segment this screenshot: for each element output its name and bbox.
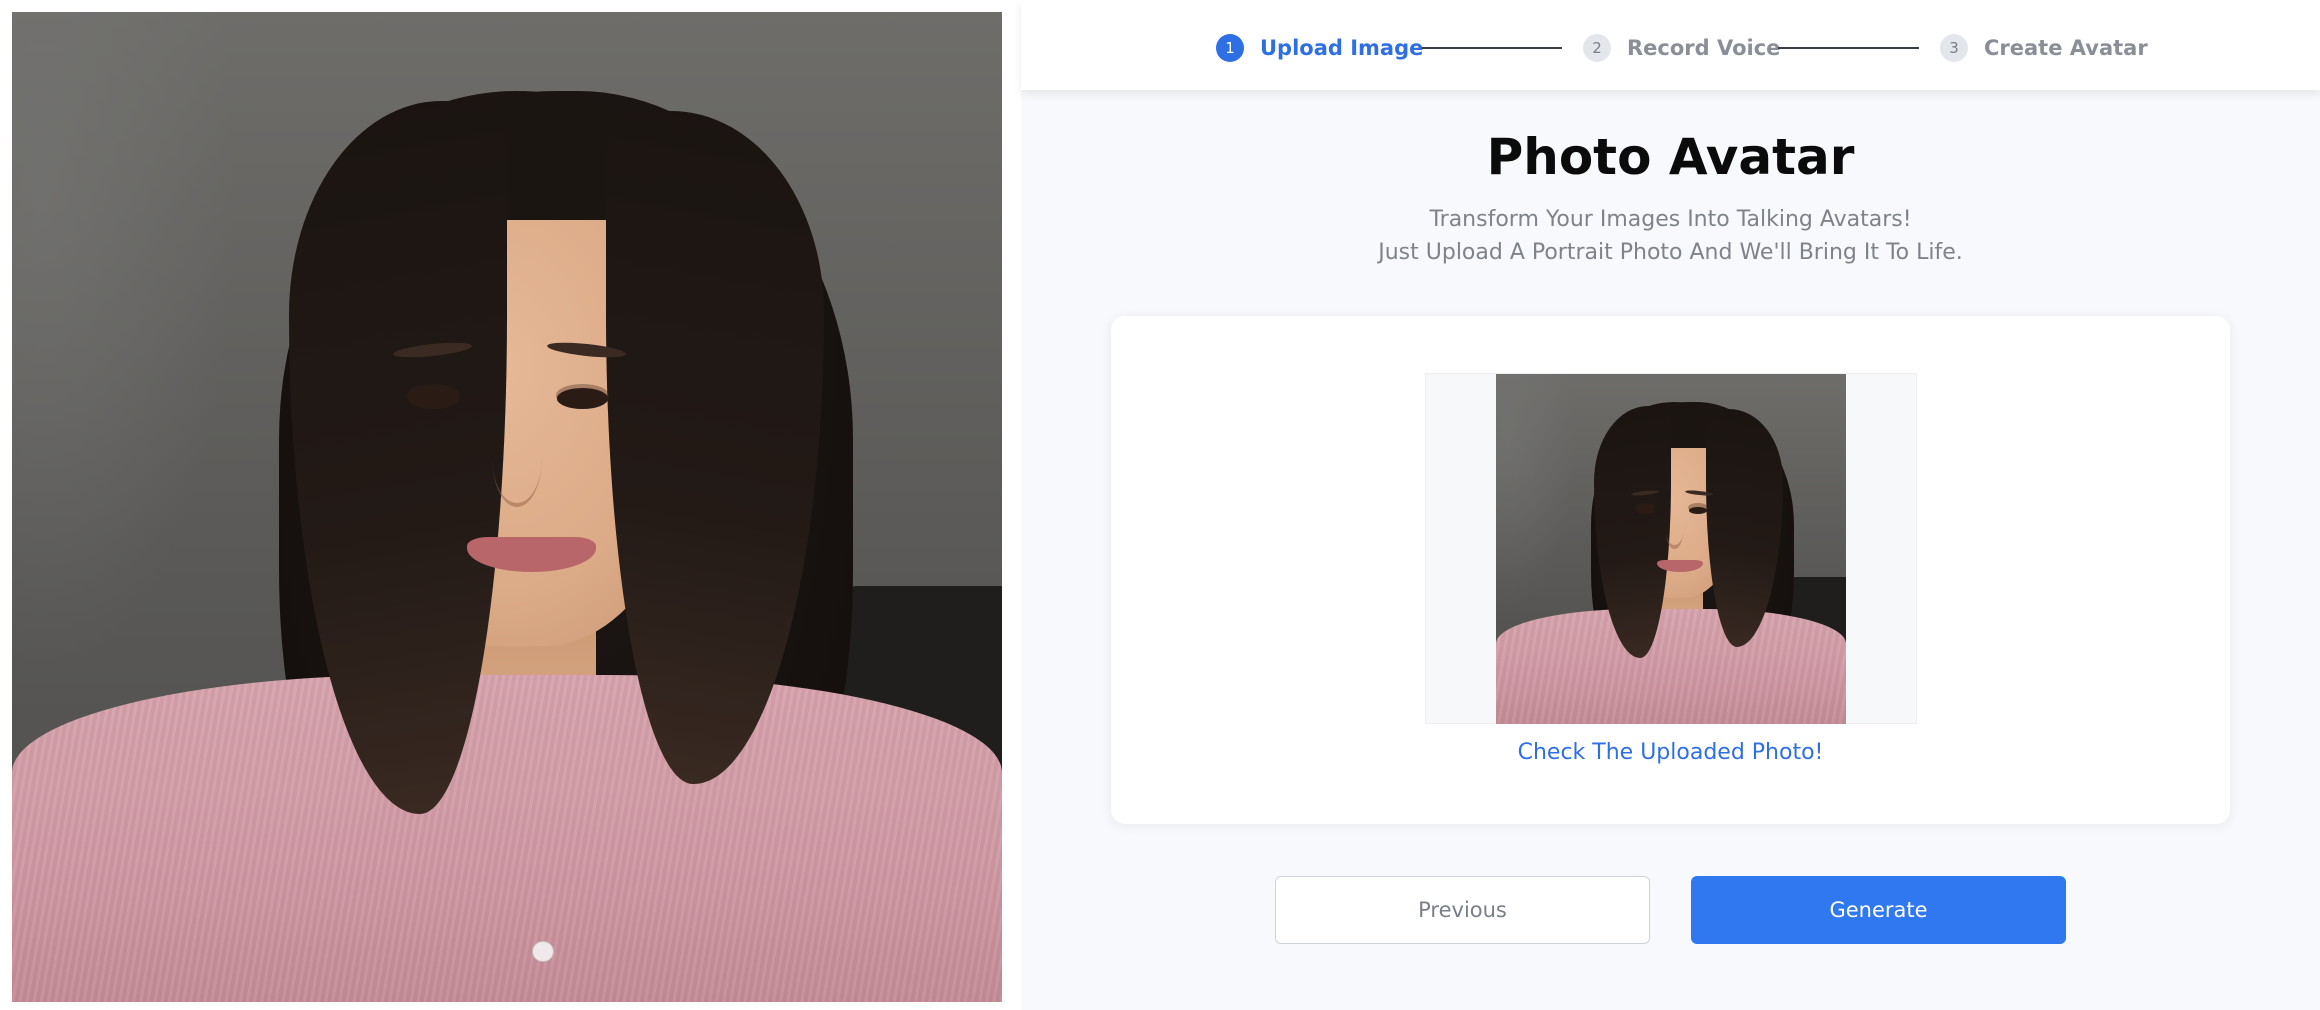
upload-card: Check The Uploaded Photo! (1111, 316, 2230, 824)
check-uploaded-photo-link[interactable]: Check The Uploaded Photo! (1111, 740, 2230, 765)
pink-shirt (1496, 608, 1846, 724)
step-connector (1778, 47, 1919, 49)
photo-avatar-panel: 1 Upload Image 2 Record Voice 3 Create A… (1021, 0, 2320, 1010)
subtitle-line-1: Transform Your Images Into Talking Avata… (1429, 207, 1912, 232)
step-number-badge-active: 1 (1216, 34, 1244, 62)
page-title: Photo Avatar (1486, 128, 1855, 186)
step-number-badge-inactive: 3 (1940, 34, 1968, 62)
subtitle-line-2: Just Upload A Portrait Photo And We'll B… (1378, 240, 1963, 265)
uploaded-photo-thumbnail (1496, 374, 1846, 724)
progress-stepper: 1 Upload Image 2 Record Voice 3 Create A… (1021, 0, 2320, 90)
shirt-button (531, 940, 554, 963)
step-connector (1422, 47, 1562, 49)
step-record-voice[interactable]: 2 Record Voice (1583, 34, 1780, 62)
nose (1665, 514, 1684, 549)
nose (492, 408, 542, 507)
previous-button[interactable]: Previous (1275, 876, 1650, 944)
step-create-avatar[interactable]: 3 Create Avatar (1940, 34, 2148, 62)
uploaded-photo-preview[interactable] (1425, 373, 1917, 724)
step-number-badge-inactive: 2 (1583, 34, 1611, 62)
pink-shirt (12, 675, 1002, 1002)
step-upload-image[interactable]: 1 Upload Image (1216, 34, 1423, 62)
step-label: Upload Image (1260, 36, 1424, 60)
portrait-photo-large (12, 12, 1002, 1002)
eye-left (408, 388, 460, 409)
step-label: Record Voice (1627, 36, 1781, 60)
step-label: Create Avatar (1984, 36, 2148, 60)
eye-right (556, 388, 608, 409)
generate-button[interactable]: Generate (1691, 876, 2066, 944)
